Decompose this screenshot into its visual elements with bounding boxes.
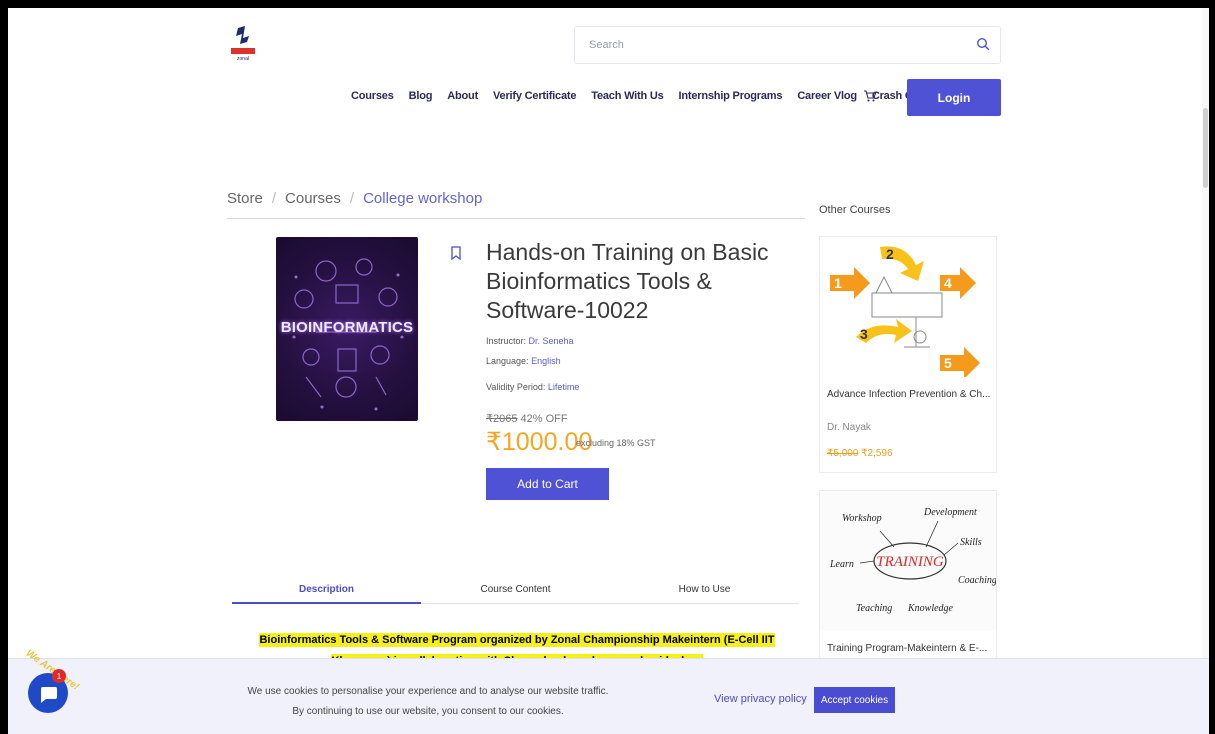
cart-icon[interactable] <box>863 89 877 103</box>
tab-course-content[interactable]: Course Content <box>421 584 610 595</box>
svg-text:2: 2 <box>886 246 894 262</box>
course-card-image: TRAINING Workshop Development Skills Learn… <box>820 491 996 631</box>
product-title: Hands-on Training on Basic Bioinformatic… <box>486 239 769 323</box>
training-illustration: TRAINING Workshop Development Skills Learn… <box>820 491 996 631</box>
login-button[interactable]: Login <box>907 79 1001 116</box>
site-logo[interactable]: zonal <box>223 24 263 64</box>
course-card-author: Dr. Nayak <box>827 422 871 433</box>
cookie-message-line2: By continuing to use our website, you co… <box>292 706 564 717</box>
svg-text:3: 3 <box>860 326 868 342</box>
breadcrumb-separator: / <box>349 190 355 207</box>
original-price-row: ₹2065 42% OFF <box>486 412 568 425</box>
cookie-message-line1: We use cookies to personalise your exper… <box>247 686 609 697</box>
other-courses-title: Other Courses <box>819 204 891 216</box>
instructor-row: Instructor: Dr. Seneha <box>486 336 574 346</box>
breadcrumb-separator: / <box>271 190 277 207</box>
add-to-cart-button[interactable]: Add to Cart <box>486 468 609 500</box>
nav-courses[interactable]: Courses <box>351 90 394 102</box>
svg-text:4: 4 <box>944 275 952 291</box>
instructor-name[interactable]: Dr. Seneha <box>529 336 574 346</box>
nav-verify-certificate[interactable]: Verify Certificate <box>493 90 576 102</box>
tab-description[interactable]: Description <box>232 584 421 595</box>
svg-text:Teaching: Teaching <box>856 603 892 614</box>
infection-prevention-illustration: 1 2 4 3 5 <box>820 237 996 377</box>
original-price: ₹2065 <box>486 413 518 425</box>
nav-career-vlog[interactable]: Career Vlog <box>797 90 857 102</box>
course-card-new-price: ₹2,596 <box>861 448 893 459</box>
validity-label: Validity Period: <box>486 382 546 392</box>
svg-text:Coaching: Coaching <box>958 575 996 586</box>
nav-internship-programs[interactable]: Internship Programs <box>679 90 783 102</box>
course-card-old-price: ₹5,000 <box>827 448 859 459</box>
cookie-message: We use cookies to personalise your exper… <box>238 682 618 722</box>
svg-text:Skills: Skills <box>960 537 982 548</box>
nav-about[interactable]: About <box>447 90 478 102</box>
search-icon[interactable] <box>976 37 990 51</box>
nav-teach-with-us[interactable]: Teach With Us <box>591 90 663 102</box>
active-tab-indicator <box>232 602 421 604</box>
course-card-title[interactable]: Advance Infection Prevention & Ch... <box>827 389 992 400</box>
course-card-price: ₹5,000 ₹2,596 <box>827 448 893 459</box>
course-card[interactable]: TRAINING Workshop Development Skills Learn… <box>819 490 997 670</box>
breadcrumb-divider <box>227 218 805 219</box>
svg-text:TRAINING: TRAINING <box>876 554 944 570</box>
svg-text:zonal: zonal <box>237 56 249 62</box>
gst-note: excluding 18% GST <box>576 438 656 448</box>
course-card-title[interactable]: Training Program-Makeintern & E-... <box>827 643 992 654</box>
product-image: BIOINFORMATICS <box>276 237 418 421</box>
nav-blog[interactable]: Blog <box>409 90 433 102</box>
validity-value: Lifetime <box>547 382 580 392</box>
svg-text:1: 1 <box>834 275 842 291</box>
chat-notification-badge: 1 <box>52 669 66 683</box>
language-label: Language: <box>486 356 529 366</box>
breadcrumb-college-workshop[interactable]: College workshop <box>363 190 482 207</box>
validity-row: Validity Period: Lifetime <box>486 382 579 392</box>
svg-text:Learn: Learn <box>829 559 854 570</box>
instructor-label: Instructor: <box>486 336 527 346</box>
breadcrumb-courses[interactable]: Courses <box>285 190 341 207</box>
svg-text:5: 5 <box>944 355 952 371</box>
search-input[interactable] <box>575 27 935 63</box>
discount-badge: 42% OFF <box>520 413 568 425</box>
scrollbar-thumb[interactable] <box>1203 108 1208 188</box>
privacy-policy-link[interactable]: View privacy policy <box>714 693 807 705</box>
language-value: English <box>531 356 561 366</box>
cookie-banner: We use cookies to personalise your exper… <box>8 658 1209 734</box>
bookmark-icon[interactable] <box>450 246 462 260</box>
course-card[interactable]: 1 2 4 3 5 Advance Infection Prevention &… <box>819 236 997 473</box>
breadcrumb-store[interactable]: Store <box>227 190 263 207</box>
accept-cookies-button[interactable]: Accept cookies <box>814 687 895 713</box>
svg-text:Workshop: Workshop <box>842 513 882 524</box>
search-box[interactable] <box>574 26 1001 64</box>
svg-text:Knowledge: Knowledge <box>907 603 954 614</box>
course-card-image: 1 2 4 3 5 <box>820 237 996 377</box>
product-image-label: BIOINFORMATICS <box>280 319 414 336</box>
breadcrumb: Store / Courses / College workshop <box>227 190 482 207</box>
language-row: Language: English <box>486 356 561 366</box>
svg-text:Development: Development <box>923 507 977 518</box>
tab-how-to-use[interactable]: How to Use <box>610 584 799 595</box>
